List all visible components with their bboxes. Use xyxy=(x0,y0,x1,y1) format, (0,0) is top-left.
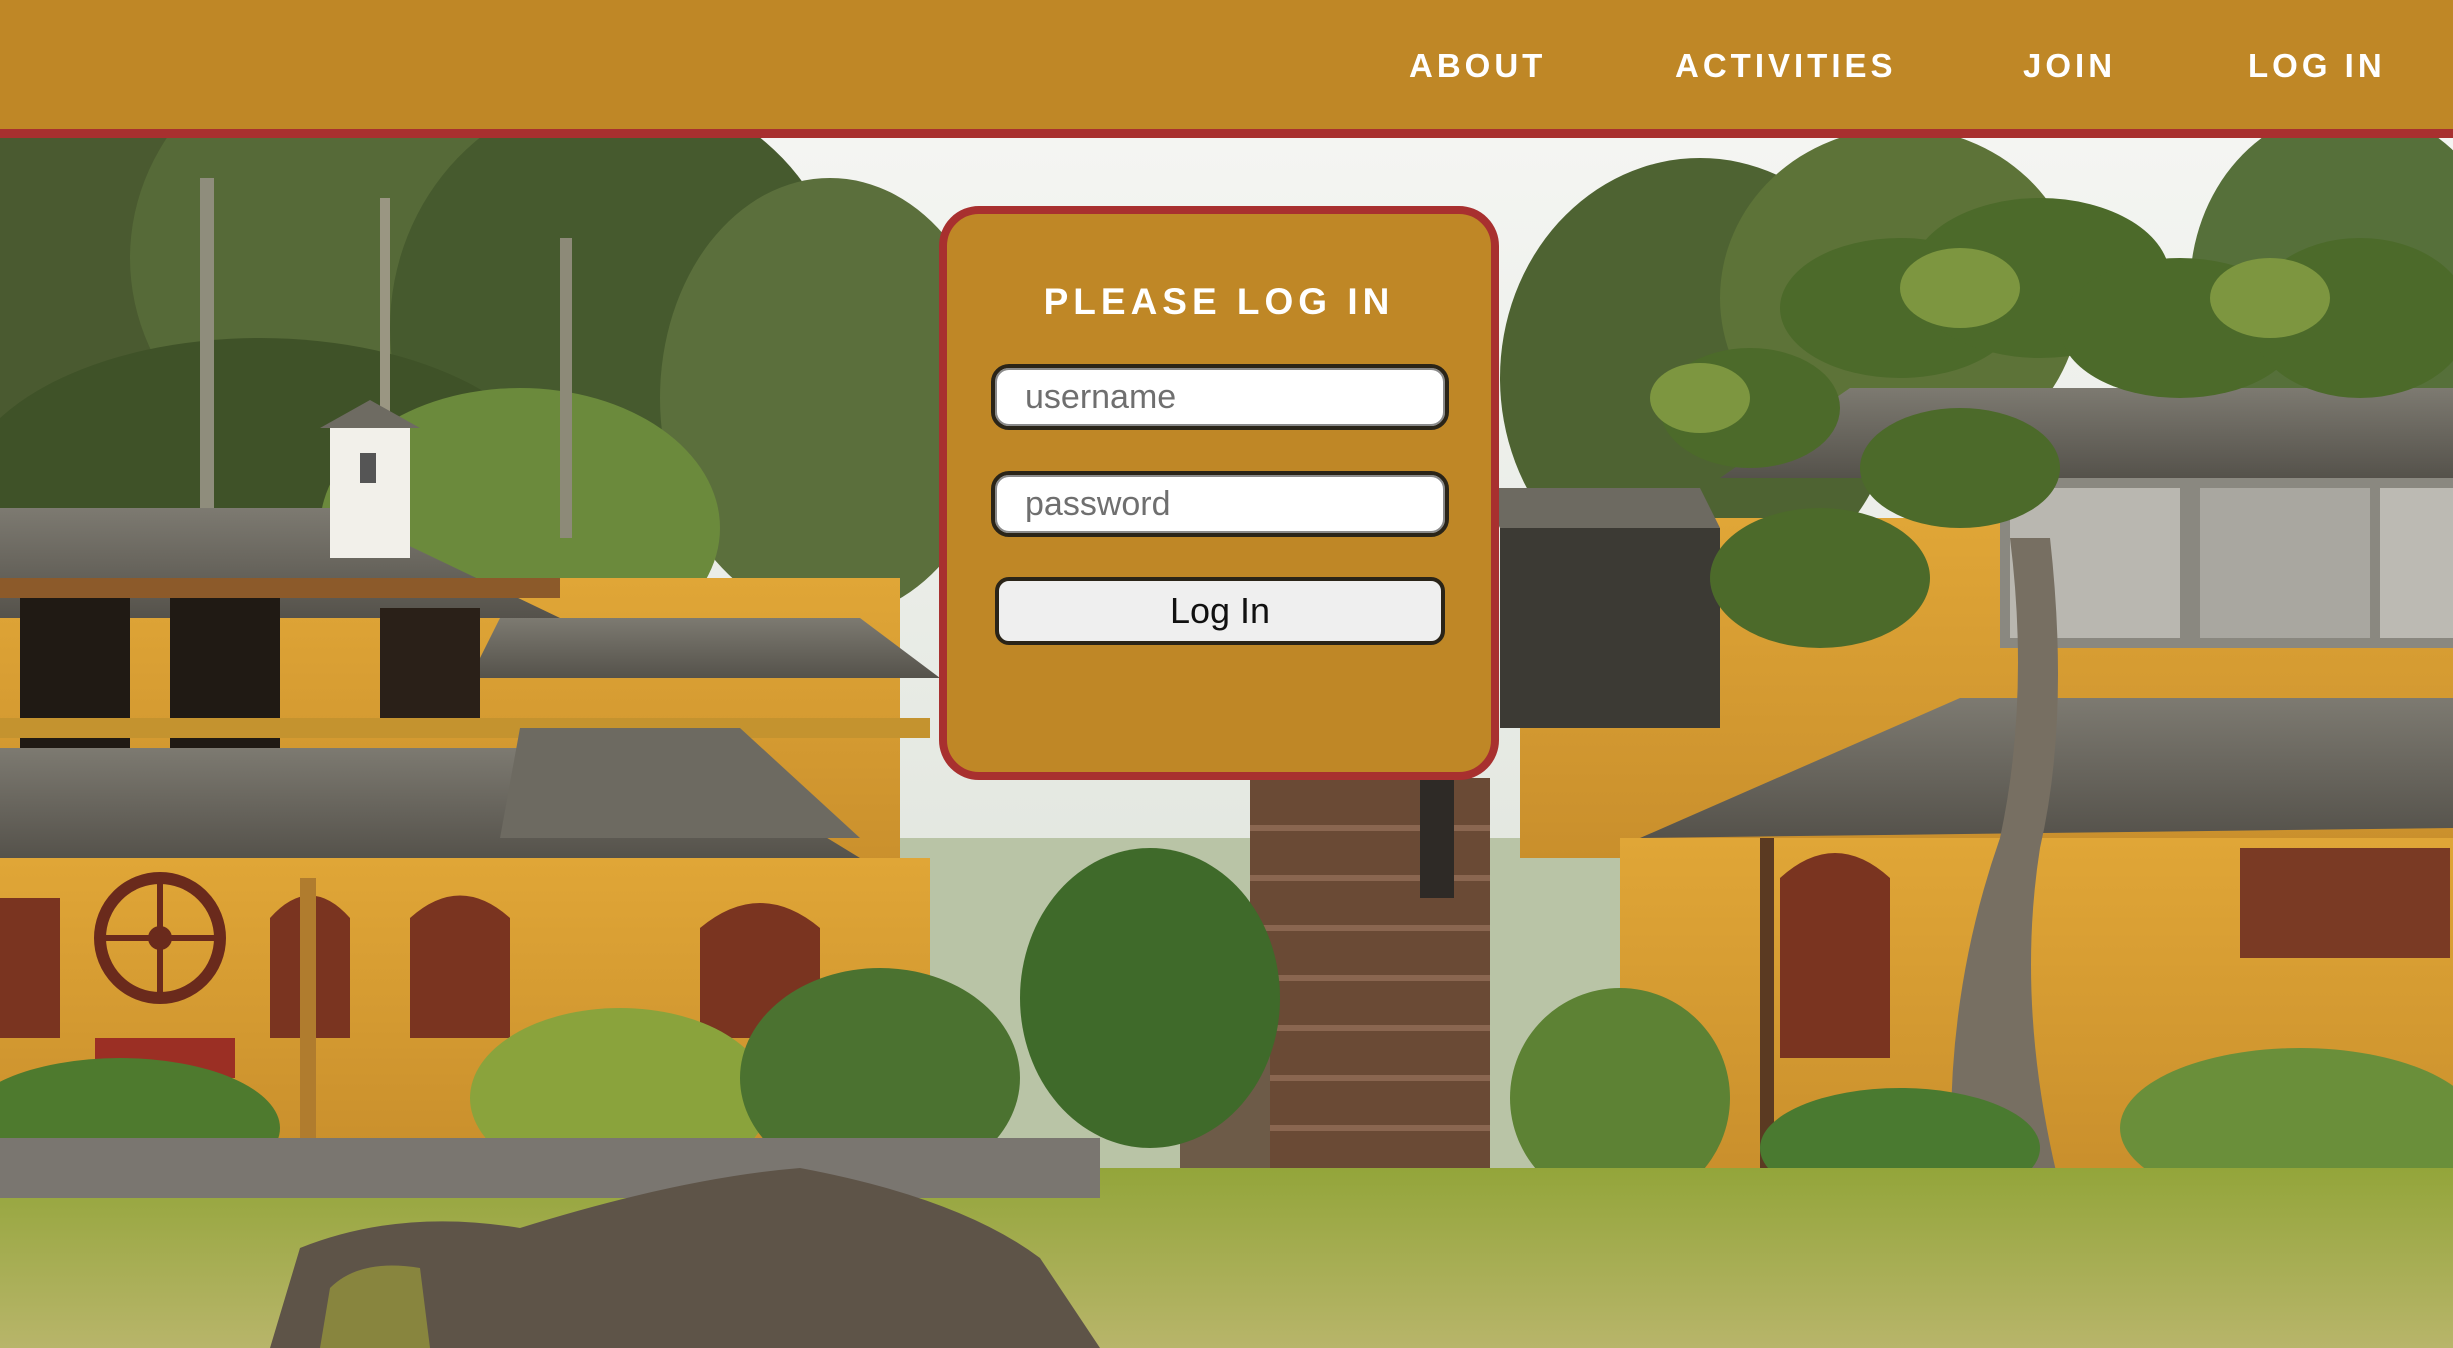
login-title: PLEASE LOG IN xyxy=(1043,281,1395,322)
log-in-button[interactable]: Log In xyxy=(995,577,1445,645)
nav-link-log-in[interactable]: LOG IN xyxy=(2248,46,2386,86)
nav-link-activities[interactable]: ACTIVITIES xyxy=(1675,46,1897,86)
username-input[interactable] xyxy=(991,364,1449,430)
top-navigation-bar: ABOUT ACTIVITIES JOIN LOG IN xyxy=(0,0,2453,138)
nav-link-about[interactable]: ABOUT xyxy=(1409,46,1546,86)
password-input[interactable] xyxy=(991,471,1449,537)
nav-link-join[interactable]: JOIN xyxy=(2023,46,2116,86)
login-form-panel: PLEASE LOG IN Log In xyxy=(939,206,1499,780)
